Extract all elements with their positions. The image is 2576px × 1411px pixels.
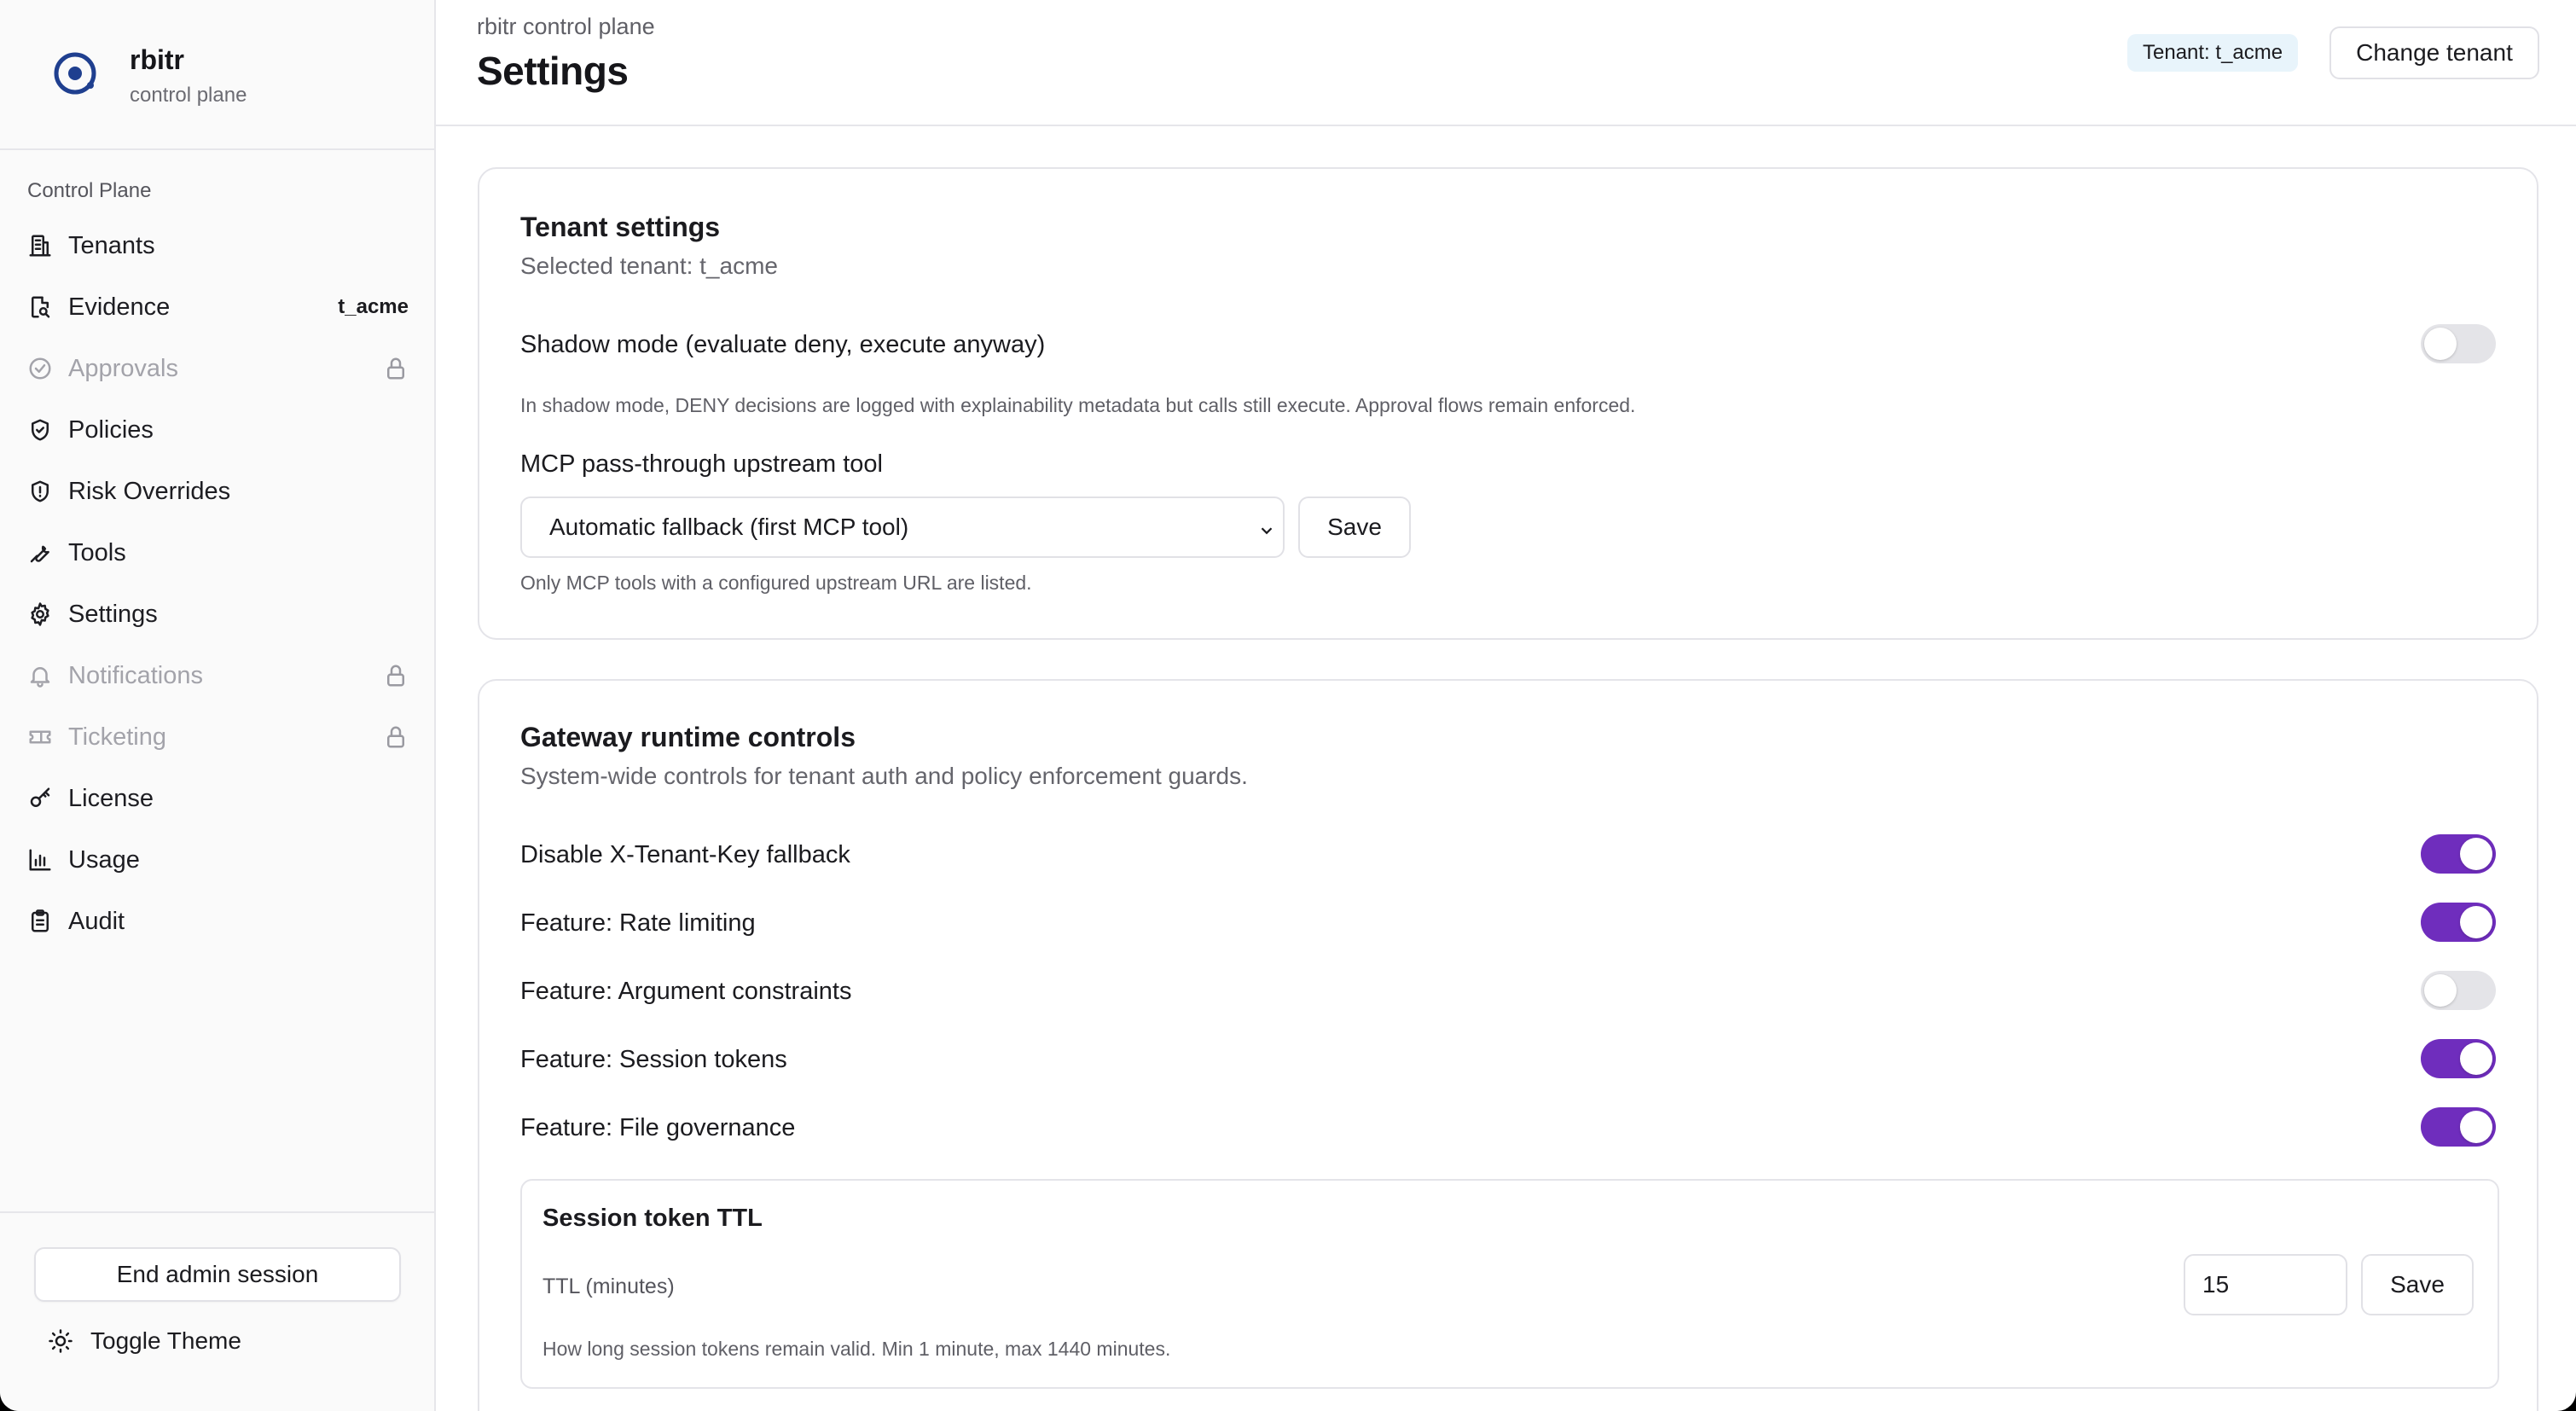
toggle-knob	[2424, 328, 2457, 360]
toggle-label: Feature: Session tokens	[520, 1046, 787, 1073]
lock-icon	[383, 663, 409, 688]
toggle-knob	[2460, 1042, 2492, 1075]
ttl-minutes-input[interactable]	[2184, 1254, 2347, 1315]
page-header: rbitr control plane Settings Tenant: t_a…	[436, 0, 2576, 126]
ttl-help: How long session tokens remain valid. Mi…	[542, 1338, 1171, 1360]
sidebar-item-license[interactable]: License	[27, 768, 409, 829]
divider	[0, 148, 436, 150]
sidebar-item-ticketing[interactable]: Ticketing	[27, 706, 409, 768]
brand[interactable]: rbitr control plane	[51, 44, 247, 107]
sidebar-item-label: Notifications	[68, 661, 203, 689]
gear-icon	[27, 601, 53, 627]
sidebar-item-label: Audit	[68, 907, 125, 935]
sidebar-item-notifications[interactable]: Notifications	[27, 645, 409, 706]
toggle-theme-button[interactable]: Toggle Theme	[48, 1327, 241, 1355]
toggle-label: Feature: Rate limiting	[520, 909, 756, 937]
toggle-knob	[2424, 974, 2457, 1007]
tenant-status-badge: Tenant: t_acme	[2127, 34, 2299, 72]
tenant-settings-card: Tenant settings Selected tenant: t_acme …	[478, 167, 2538, 640]
sidebar-item-label: Ticketing	[68, 723, 166, 751]
toggle-knob	[2460, 838, 2492, 870]
brand-name: rbitr	[130, 44, 184, 75]
rbitr-logo-icon	[51, 49, 99, 97]
session-ttl-panel: Session token TTL TTL (minutes) Save How…	[520, 1179, 2499, 1389]
sidebar-item-label: Tenants	[68, 231, 155, 259]
lock-icon	[383, 356, 409, 381]
card-title: Tenant settings	[520, 212, 721, 242]
nav-section-label: Control Plane	[27, 179, 152, 202]
sidebar-item-risk-overrides[interactable]: Risk Overrides	[27, 461, 409, 522]
bell-icon	[27, 663, 53, 688]
shadow-mode-label: Shadow mode (evaluate deny, execute anyw…	[520, 331, 1046, 358]
divider	[0, 1211, 436, 1213]
sidebar-item-label: Settings	[68, 600, 158, 628]
session-tokens-toggle[interactable]	[2421, 1039, 2496, 1078]
lock-icon	[383, 724, 409, 750]
check-circle-icon	[27, 356, 53, 381]
sidebar-item-label: Approvals	[68, 354, 178, 382]
shadow-mode-toggle[interactable]	[2421, 324, 2496, 363]
sidebar-item-tools[interactable]: Tools	[27, 522, 409, 584]
sidebar-item-label: License	[68, 784, 154, 812]
toggle-label: Disable X-Tenant-Key fallback	[520, 841, 850, 868]
toggle-theme-label: Toggle Theme	[90, 1327, 241, 1354]
sidebar-item-label: Tools	[68, 538, 126, 566]
card-title: Gateway runtime controls	[520, 722, 856, 752]
sidebar-item-label: Usage	[68, 845, 140, 874]
gateway-runtime-card: Gateway runtime controls System-wide con…	[478, 679, 2538, 1411]
app-window: rbitr control plane Control Plane Tenant…	[0, 0, 2576, 1411]
save-ttl-button[interactable]: Save	[2361, 1254, 2474, 1315]
sidebar-item-audit[interactable]: Audit	[27, 891, 409, 952]
toggle-knob	[2460, 1111, 2492, 1143]
sidebar-nav: Tenants Evidence t_acme Approvals Polici…	[27, 215, 409, 952]
breadcrumb: rbitr control plane	[477, 14, 655, 39]
session-ttl-title: Session token TTL	[542, 1205, 763, 1232]
sidebar-item-settings[interactable]: Settings	[27, 584, 409, 645]
sidebar-item-label: Risk Overrides	[68, 477, 231, 505]
mcp-upstream-label: MCP pass-through upstream tool	[520, 450, 884, 478]
toggle-knob	[2460, 906, 2492, 938]
sidebar-item-usage[interactable]: Usage	[27, 829, 409, 891]
wrench-icon	[27, 540, 53, 566]
card-subtitle: System-wide controls for tenant auth and…	[520, 763, 1248, 789]
brand-subtitle: control plane	[130, 84, 247, 107]
toggle-label: Feature: Argument constraints	[520, 978, 852, 1005]
building-icon	[27, 233, 53, 258]
change-tenant-button[interactable]: Change tenant	[2329, 26, 2539, 79]
clipboard-icon	[27, 909, 53, 934]
shadow-mode-help: In shadow mode, DENY decisions are logge…	[520, 394, 1636, 416]
ticket-icon	[27, 724, 53, 750]
chevron-down-icon	[1257, 519, 1276, 537]
rate-limiting-toggle[interactable]	[2421, 903, 2496, 942]
disable-tenant-key-fallback-toggle[interactable]	[2421, 834, 2496, 874]
sun-icon	[48, 1328, 73, 1354]
bar-chart-icon	[27, 847, 53, 873]
sidebar-item-label: Evidence	[68, 293, 171, 321]
sidebar-item-label: Policies	[68, 415, 154, 444]
sidebar-item-evidence[interactable]: Evidence t_acme	[27, 276, 409, 338]
end-admin-session-button[interactable]: End admin session	[34, 1247, 401, 1302]
file-search-icon	[27, 294, 53, 320]
mcp-upstream-select[interactable]: Automatic fallback (first MCP tool)	[520, 496, 1285, 558]
shield-alert-icon	[27, 479, 53, 504]
sidebar-item-tenants[interactable]: Tenants	[27, 215, 409, 276]
toggle-label: Feature: File governance	[520, 1114, 796, 1141]
card-subtitle: Selected tenant: t_acme	[520, 253, 778, 279]
ttl-field-label: TTL (minutes)	[542, 1275, 675, 1298]
select-value: Automatic fallback (first MCP tool)	[549, 514, 909, 540]
mcp-help: Only MCP tools with a configured upstrea…	[520, 572, 1032, 594]
file-governance-toggle[interactable]	[2421, 1107, 2496, 1147]
key-icon	[27, 786, 53, 811]
sidebar-item-approvals[interactable]: Approvals	[27, 338, 409, 399]
shield-check-icon	[27, 417, 53, 443]
page-title: Settings	[477, 49, 629, 93]
tenant-badge: t_acme	[338, 295, 409, 318]
sidebar-item-policies[interactable]: Policies	[27, 399, 409, 461]
sidebar: rbitr control plane Control Plane Tenant…	[0, 0, 436, 1411]
save-mcp-button[interactable]: Save	[1298, 496, 1411, 558]
argument-constraints-toggle[interactable]	[2421, 971, 2496, 1010]
